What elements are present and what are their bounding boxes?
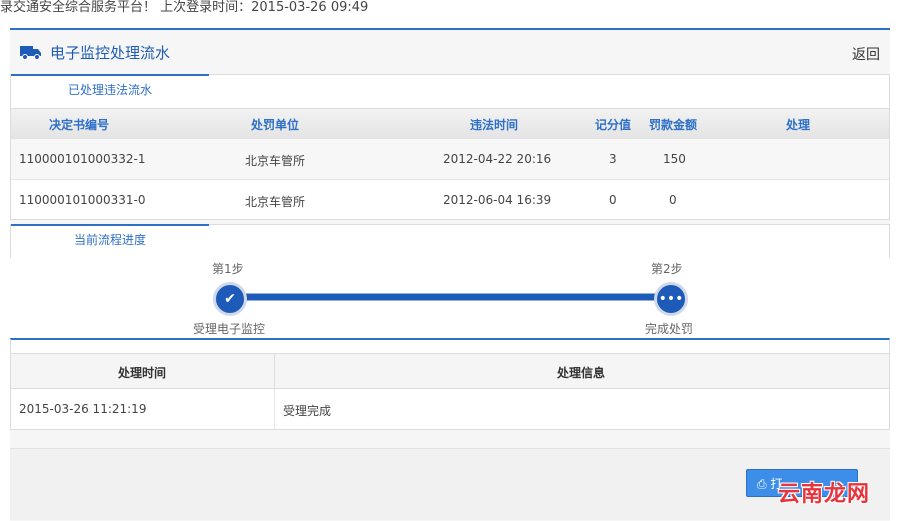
violations-table-header: 决定书编号 处罚单位 违法时间 记分值 罚款金额 处理 <box>11 108 889 140</box>
check-icon: ✔ <box>213 282 247 316</box>
violations-card: 已处理违法流水 决定书编号 处罚单位 违法时间 记分值 罚款金额 处理 1100… <box>10 74 890 220</box>
progress-track <box>230 293 672 301</box>
step-1-label: 第1步 <box>212 262 244 276</box>
printer-icon: ⎙ <box>757 477 771 491</box>
col-unit: 处罚单位 <box>251 118 300 132</box>
truck-icon <box>20 46 41 60</box>
cell-unit: 北京车管所 <box>245 154 306 168</box>
back-link[interactable]: 返回 <box>852 44 880 64</box>
col-time: 违法时间 <box>470 118 519 132</box>
cell-process-info: 受理完成 <box>283 404 332 418</box>
history-table-header: 处理时间 处理信息 <box>11 353 889 389</box>
tab-processed-violations[interactable]: 已处理违法流水 <box>11 74 209 109</box>
cell-points: 3 <box>609 152 617 166</box>
col-process-info: 处理信息 <box>557 366 606 380</box>
cell-decision-no: 110000101000332-1 <box>19 152 146 166</box>
watermark-logo: 云南龙网 <box>778 482 871 507</box>
cell-time: 2012-04-22 20:16 <box>443 152 552 166</box>
step-1-caption: 受理电子监控 <box>193 322 266 336</box>
welcome-text: 录交通安全综合服务平台！ 上次登录时间：2015-03-26 09:49 <box>0 0 369 15</box>
col-process-time: 处理时间 <box>118 366 167 380</box>
col-fine: 罚款金额 <box>649 118 698 132</box>
panel-title: 电子监控处理流水 <box>50 44 171 62</box>
table-row: 110000101000332-1 北京车管所 2012-04-22 20:16… <box>11 139 889 180</box>
col-action: 处理 <box>786 118 811 132</box>
col-points: 记分值 <box>595 118 632 132</box>
step-2-label: 第2步 <box>651 262 683 276</box>
step-2-caption: 完成处罚 <box>645 322 694 336</box>
cell-fine: 150 <box>663 152 686 166</box>
tab-current-progress[interactable]: 当前流程进度 <box>11 224 209 259</box>
panel-header: 电子监控处理流水 返回 <box>10 30 890 74</box>
history-card: 处理时间 处理信息 2015-03-26 11:21:19 受理完成 <box>10 338 890 430</box>
cell-unit: 北京车管所 <box>245 195 306 209</box>
ellipsis-icon: ••• <box>654 282 688 316</box>
progress-card: 当前流程进度 <box>10 224 890 259</box>
table-row: 110000101000331-0 北京车管所 2012-06-04 16:39… <box>11 180 889 220</box>
cell-process-time: 2015-03-26 11:21:19 <box>19 402 147 416</box>
cell-fine: 0 <box>669 193 677 207</box>
col-decision-no: 决定书编号 <box>49 118 110 132</box>
table-row: 2015-03-26 11:21:19 受理完成 <box>11 389 889 429</box>
cell-decision-no: 110000101000331-0 <box>19 193 146 207</box>
cell-time: 2012-06-04 16:39 <box>443 193 552 207</box>
cell-points: 0 <box>609 193 617 207</box>
